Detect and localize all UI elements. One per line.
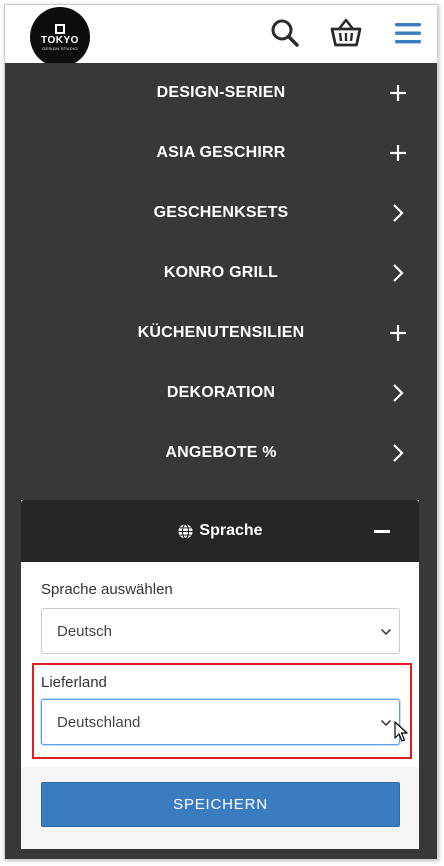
- minus-icon[interactable]: [374, 530, 390, 533]
- browser-frame: TOKYO DESIGN STUDIO DESIGN-SERIEN ASIA G…: [4, 4, 438, 860]
- basket-icon[interactable]: [328, 15, 364, 51]
- language-panel-header[interactable]: Sprache: [21, 500, 419, 562]
- nav-item-label: ASIA GESCHIRR: [156, 144, 286, 161]
- save-button[interactable]: SPEICHERN: [41, 782, 400, 827]
- chevron-right-icon[interactable]: [387, 202, 409, 224]
- language-panel: Sprache Sprache auswählen Deutsch Liefer…: [21, 500, 419, 849]
- nav-item-asia-geschirr[interactable]: ASIA GESCHIRR: [5, 123, 437, 183]
- nav-item-geschenksets[interactable]: GESCHENKSETS: [5, 183, 437, 243]
- logo-subtitle: DESIGN STUDIO: [42, 45, 78, 51]
- plus-icon[interactable]: [387, 82, 409, 104]
- chevron-right-icon[interactable]: [387, 442, 409, 464]
- logo-mark-icon: [55, 23, 65, 34]
- nav-item-label: GESCHENKSETS: [153, 204, 289, 221]
- country-select[interactable]: Deutschland: [41, 699, 400, 745]
- nav-item-konro-grill[interactable]: KONRO GRILL: [5, 243, 437, 303]
- nav-item-angebote[interactable]: ANGEBOTE %: [5, 423, 437, 483]
- language-select[interactable]: Deutsch: [41, 608, 400, 654]
- plus-icon[interactable]: [387, 142, 409, 164]
- language-panel-title: Sprache: [199, 522, 263, 539]
- mouse-cursor-icon: [394, 721, 408, 742]
- tokyo-logo[interactable]: TOKYO DESIGN STUDIO: [30, 7, 90, 67]
- main-navigation: DESIGN-SERIEN ASIA GESCHIRR GESCHENKSETS…: [5, 63, 437, 859]
- country-select-value: Deutschland: [57, 713, 141, 731]
- search-icon[interactable]: [267, 15, 303, 51]
- nav-item-dekoration[interactable]: DEKORATION: [5, 363, 437, 423]
- nav-item-label: KÜCHENUTENSILIEN: [137, 324, 305, 341]
- site-header: TOKYO DESIGN STUDIO: [5, 5, 437, 67]
- nav-item-design-serien[interactable]: DESIGN-SERIEN: [5, 63, 437, 123]
- menu-icon[interactable]: [389, 15, 425, 51]
- chevron-right-icon[interactable]: [387, 382, 409, 404]
- chevron-right-icon[interactable]: [387, 262, 409, 284]
- nav-item-kuechenutensilien[interactable]: KÜCHENUTENSILIEN: [5, 303, 437, 363]
- chevron-down-icon: [380, 719, 392, 727]
- language-form: Sprache auswählen Deutsch Lieferland Deu…: [21, 562, 419, 767]
- plus-icon[interactable]: [387, 322, 409, 344]
- nav-item-label: KONRO GRILL: [163, 264, 279, 281]
- country-select-label: Lieferland: [41, 674, 107, 691]
- globe-icon: [178, 523, 194, 539]
- chevron-down-icon: [380, 628, 392, 636]
- nav-item-label: ANGEBOTE %: [165, 444, 277, 461]
- language-select-value: Deutsch: [57, 622, 113, 640]
- logo-word: TOKYO: [41, 34, 79, 46]
- nav-item-label: DESIGN-SERIEN: [156, 84, 286, 101]
- language-select-label: Sprache auswählen: [41, 581, 173, 598]
- nav-item-label: DEKORATION: [166, 384, 276, 401]
